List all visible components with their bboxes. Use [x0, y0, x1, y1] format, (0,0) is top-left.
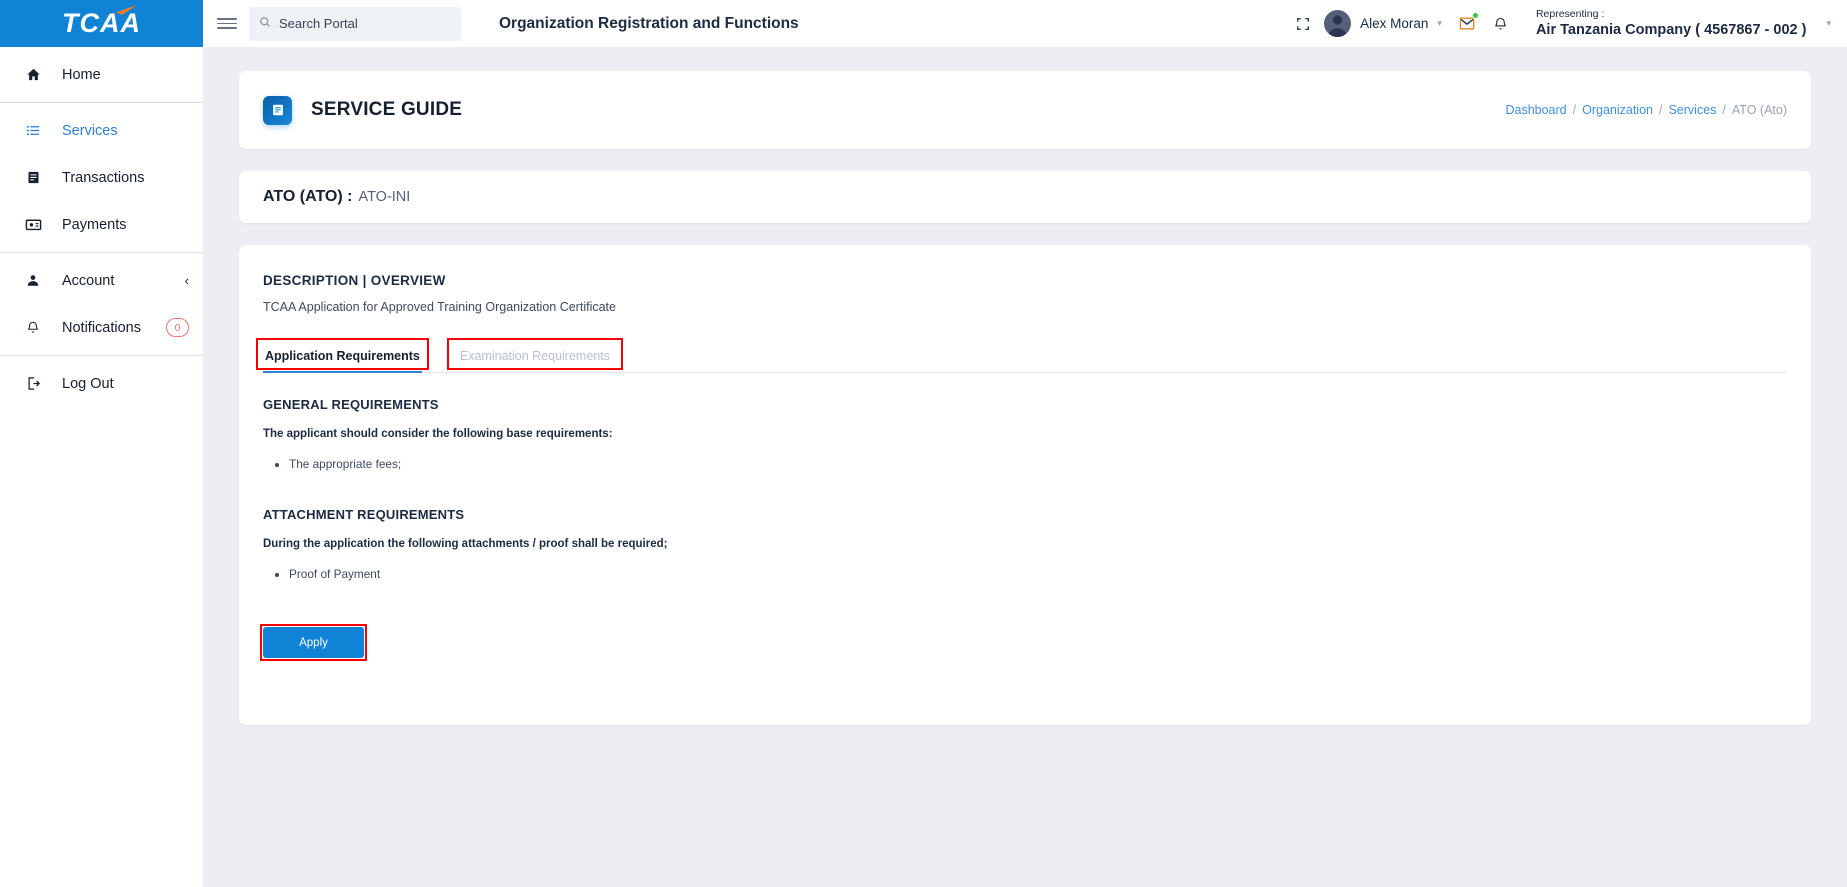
attachment-requirements-block: ATTACHMENT REQUIREMENTS During the appli…	[263, 507, 1787, 585]
general-requirements-block: GENERAL REQUIREMENTS The applicant shoul…	[263, 397, 1787, 475]
user-icon	[22, 273, 44, 288]
breadcrumb-separator: /	[1722, 103, 1726, 117]
sidebar-item-label: Notifications	[62, 319, 141, 336]
sidebar-item-services[interactable]: Services	[0, 107, 203, 154]
general-requirements-heading: GENERAL REQUIREMENTS	[263, 397, 439, 412]
search-input[interactable]	[279, 16, 451, 31]
apply-button[interactable]: Apply	[263, 627, 364, 659]
sidebar-item-label: Home	[62, 66, 101, 83]
sidebar-group-4: Log Out	[0, 356, 203, 411]
sidebar-item-notifications[interactable]: Notifications 0	[0, 304, 203, 351]
search-box[interactable]	[249, 6, 461, 41]
service-title-card: ATO (ATO) : ATO-INI	[239, 171, 1811, 223]
main-area: Organization Registration and Functions …	[203, 0, 1847, 887]
breadcrumb: Dashboard / Organization / Services / AT…	[1505, 103, 1787, 117]
tab-label: Application Requirements	[265, 349, 420, 363]
breadcrumb-item-organization[interactable]: Organization	[1582, 103, 1653, 117]
service-code: ATO-INI	[358, 189, 411, 205]
breadcrumb-item-services[interactable]: Services	[1668, 103, 1716, 117]
list-item: Proof of Payment	[289, 564, 1787, 585]
avatar	[1324, 10, 1352, 37]
page-title: Organization Registration and Functions	[499, 14, 799, 32]
fullscreen-icon[interactable]	[1286, 7, 1320, 41]
home-icon	[22, 67, 44, 82]
topbar-right: Alex Moran ▾ Representing : Air Tanzania…	[1286, 7, 1831, 41]
tab-application-requirements[interactable]: Application Requirements	[256, 338, 434, 373]
sidebar-group-3: Account ‹ Notifications 0	[0, 253, 203, 356]
user-menu[interactable]: Alex Moran ▾	[1320, 10, 1450, 37]
list-item: The appropriate fees;	[289, 454, 1787, 475]
document-icon	[263, 95, 292, 125]
list-icon	[22, 123, 44, 138]
sidebar-group-1: Home	[0, 47, 203, 103]
tab-examination-requirements[interactable]: Examination Requirements	[446, 338, 624, 372]
sidebar-item-logout[interactable]: Log Out	[0, 360, 203, 407]
representing-value: Air Tanzania Company ( 4567867 - 002 )	[1535, 22, 1807, 38]
sidebar-item-label: Services	[62, 122, 118, 139]
topbar: Organization Registration and Functions …	[203, 0, 1847, 47]
app-root: TCAA Home Services Transactions Payments…	[0, 0, 1847, 887]
mail-unread-dot	[1471, 11, 1479, 19]
sidebar-item-transactions[interactable]: Transactions	[0, 154, 203, 201]
sidebar-item-account[interactable]: Account ‹	[0, 257, 203, 304]
tcaa-swoosh-icon	[103, 5, 137, 17]
chevron-down-icon: ▾	[1437, 18, 1442, 28]
service-guide-card: SERVICE GUIDE Dashboard / Organization /…	[239, 71, 1811, 149]
notification-bell-icon[interactable]	[1484, 7, 1518, 41]
breadcrumb-item-current: ATO (Ato)	[1731, 103, 1787, 117]
chevron-left-icon[interactable]: ‹	[185, 274, 189, 287]
user-name: Alex Moran	[1360, 16, 1429, 31]
breadcrumb-separator: /	[1572, 103, 1577, 117]
sidebar-item-label: Account	[62, 272, 115, 289]
bell-icon	[22, 320, 44, 335]
general-requirements-lead: The applicant should consider the follow…	[263, 428, 613, 440]
apply-button-wrapper: Apply	[260, 624, 367, 662]
breadcrumb-item-dashboard[interactable]: Dashboard	[1505, 103, 1566, 117]
description-text: TCAA Application for Approved Training O…	[263, 300, 616, 314]
breadcrumb-separator: /	[1658, 103, 1663, 117]
logout-icon	[22, 376, 44, 391]
sidebar-item-label: Log Out	[62, 375, 114, 392]
service-guide-title: SERVICE GUIDE	[311, 99, 463, 120]
description-section-title: DESCRIPTION | OVERVIEW	[263, 273, 446, 288]
sidebar: TCAA Home Services Transactions Payments…	[0, 0, 203, 887]
sidebar-group-2: Services Transactions Payments	[0, 103, 203, 253]
general-requirements-list: The appropriate fees;	[263, 454, 1787, 475]
representing-chevron-down-icon[interactable]: ▾	[1826, 18, 1831, 29]
search-icon	[259, 15, 271, 33]
card-icon	[22, 217, 44, 232]
attachment-requirements-list: Proof of Payment	[263, 564, 1787, 585]
hamburger-icon[interactable]	[217, 14, 237, 34]
notifications-badge: 0	[166, 318, 189, 337]
brand-logo[interactable]: TCAA	[0, 0, 203, 47]
sidebar-item-payments[interactable]: Payments	[0, 201, 203, 248]
description-card: DESCRIPTION | OVERVIEW TCAA Application …	[239, 245, 1811, 725]
sidebar-item-label: Payments	[62, 216, 127, 233]
tab-label: Examination Requirements	[459, 349, 610, 363]
representing-block: Representing : Air Tanzania Company ( 45…	[1536, 8, 1807, 39]
mail-icon[interactable]	[1450, 7, 1484, 41]
representing-label: Representing :	[1535, 7, 1605, 20]
sidebar-item-home[interactable]: Home	[0, 51, 203, 98]
attachment-requirements-lead: During the application the following att…	[263, 538, 668, 551]
content-area: SERVICE GUIDE Dashboard / Organization /…	[203, 47, 1847, 887]
attachment-requirements-heading: ATTACHMENT REQUIREMENTS	[263, 507, 465, 523]
service-title: ATO (ATO) :	[263, 188, 353, 205]
requirements-tabs: Application Requirements Examination Req…	[256, 338, 1787, 373]
sidebar-item-label: Transactions	[62, 169, 145, 186]
book-icon	[22, 170, 44, 185]
